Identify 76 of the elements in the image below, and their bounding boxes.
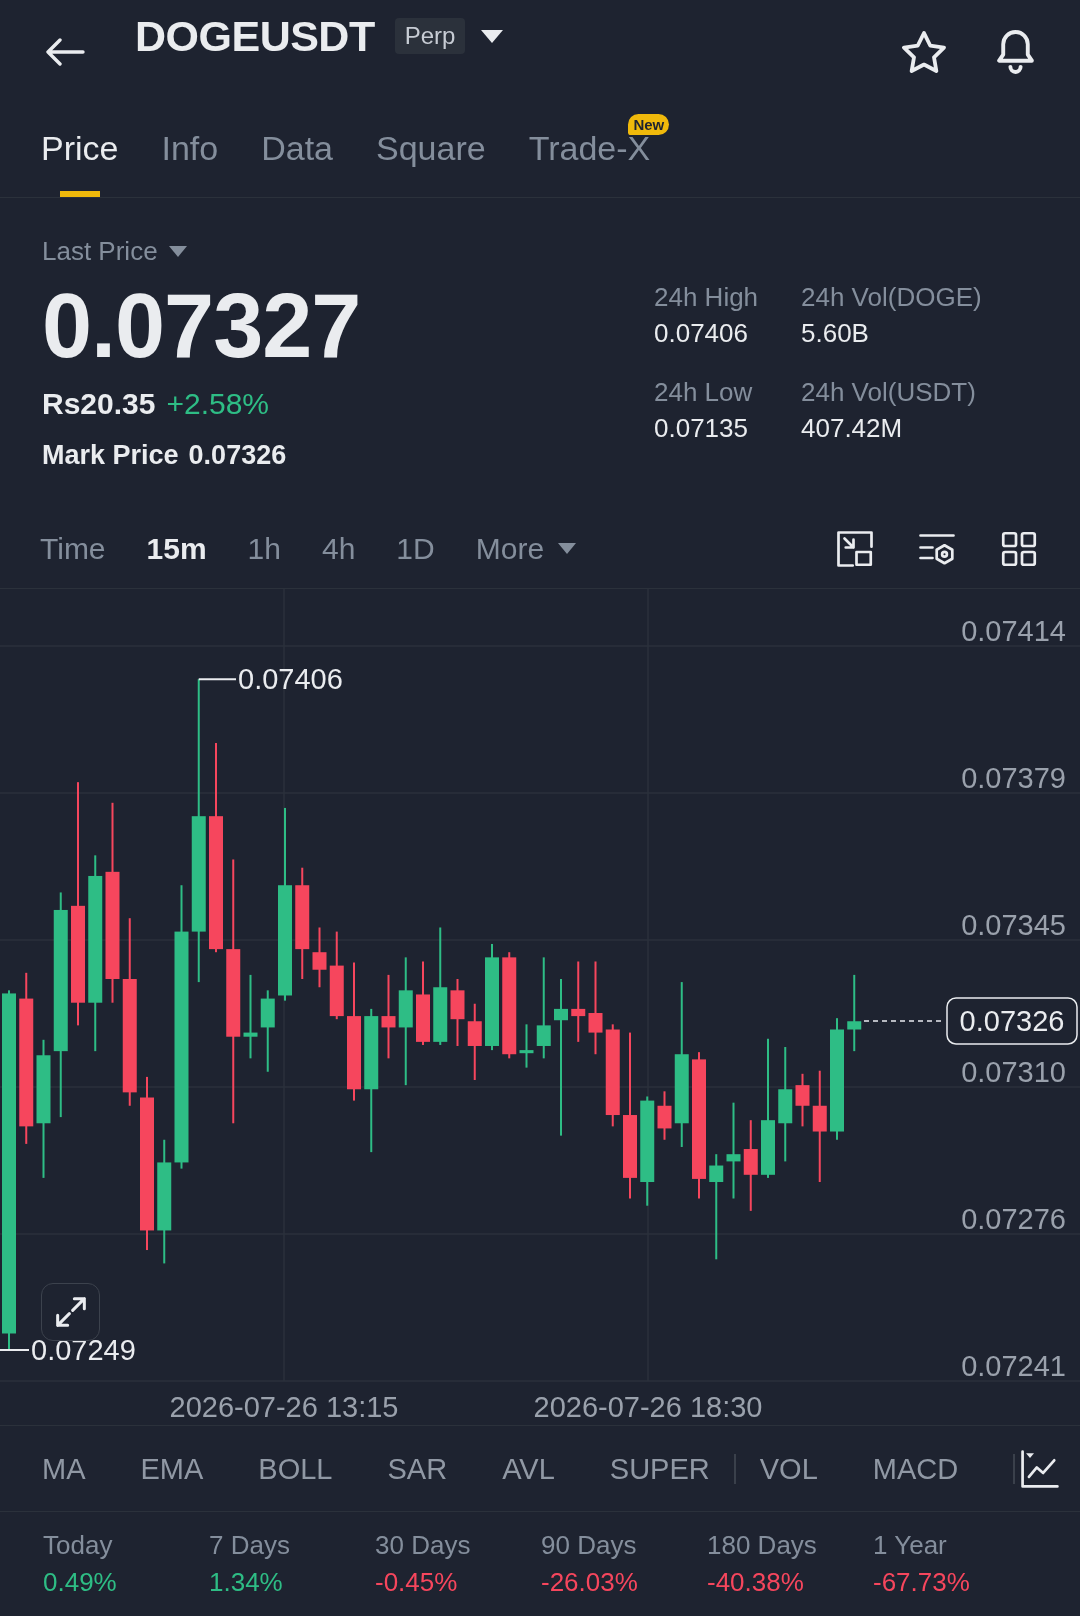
time-axis-label: 2026-07-26 18:30 <box>533 1391 763 1423</box>
page-tab[interactable]: Data <box>261 104 333 197</box>
price-scale-label: 0.07414 <box>961 615 1066 647</box>
back-button[interactable] <box>45 38 85 66</box>
period-label: 30 Days <box>375 1529 471 1561</box>
period-change: -40.38% <box>707 1566 804 1598</box>
indicator-toggle[interactable]: SAR <box>387 1451 448 1486</box>
new-badge: New <box>628 114 670 135</box>
leader-line <box>0 1349 30 1351</box>
price-scale-label: 0.07379 <box>961 762 1066 794</box>
mark-price-value: 0.07326 <box>188 440 287 470</box>
candlestick <box>795 1073 810 1127</box>
picture-in-picture-icon[interactable] <box>837 530 873 567</box>
price-change: +2.58% <box>166 387 270 421</box>
star-icon[interactable] <box>902 30 946 74</box>
page-tab[interactable]: Price <box>41 104 119 197</box>
period-change: -0.45% <box>375 1566 458 1598</box>
contract-badge: Perp <box>394 18 466 54</box>
period-label: 90 Days <box>541 1529 637 1561</box>
interval-tab[interactable]: 1D <box>396 530 435 567</box>
interval-tab[interactable]: 15m <box>146 530 207 567</box>
price-type-dropdown[interactable]: Last Price <box>42 236 187 266</box>
back-arrow-icon <box>45 38 85 66</box>
period-label: 180 Days <box>707 1529 817 1561</box>
stat-label: 24h High <box>654 282 760 312</box>
price-scale-label: 0.07310 <box>961 1056 1066 1088</box>
low-price-label: 0.07249 <box>31 1334 136 1366</box>
price-scale-label: 0.07345 <box>961 909 1066 941</box>
expand-icon <box>55 1297 86 1327</box>
indicator-toggle[interactable]: MA <box>42 1451 86 1486</box>
period-change: -26.03% <box>541 1566 638 1598</box>
interval-tab[interactable]: 1h <box>247 530 281 567</box>
stat-label: 24h Low <box>654 377 754 407</box>
page-tab[interactable]: Info <box>161 104 219 197</box>
stat-value: 5.60B <box>801 318 870 348</box>
period-label: 7 Days <box>209 1529 290 1561</box>
last-price-tag: 0.07326 <box>946 997 1078 1045</box>
period-change: -67.73% <box>873 1566 970 1598</box>
period-change: 0.49% <box>43 1566 117 1598</box>
mark-price-label: Mark Price <box>42 440 179 470</box>
caret-down-icon[interactable] <box>481 29 504 43</box>
line-chart-icon[interactable] <box>1021 1449 1059 1488</box>
indicator-toggle[interactable]: MACD <box>872 1451 959 1486</box>
grid-icon[interactable] <box>1001 530 1037 567</box>
stat-label: 24h Vol(USDT) <box>801 377 977 407</box>
price-scale-label: 0.07276 <box>961 1203 1066 1235</box>
expand-button[interactable] <box>41 1283 100 1341</box>
leader-line <box>197 678 237 681</box>
page-tab[interactable]: Square <box>376 104 486 197</box>
indicator-toggle[interactable]: EMA <box>140 1451 204 1486</box>
symbol-title: DOGEUSDT <box>135 12 375 60</box>
interval-tab[interactable]: Time <box>40 530 106 567</box>
high-price-label: 0.07406 <box>238 663 343 696</box>
caret-down-icon <box>168 245 187 257</box>
interval-tab[interactable]: 4h <box>322 530 356 567</box>
stat-value: 0.07135 <box>654 413 749 443</box>
last-price-value: 0.07327 <box>42 281 361 371</box>
stat-label: 24h Vol(DOGE) <box>801 282 982 312</box>
price-scale-label: 0.07241 <box>961 1350 1066 1382</box>
indicator-toggle[interactable]: SUPER <box>609 1451 710 1486</box>
fiat-price: Rs20.35 <box>42 387 156 421</box>
bell-icon[interactable] <box>997 30 1034 74</box>
stat-value: 407.42M <box>801 413 904 443</box>
period-label: 1 Year <box>873 1529 947 1561</box>
interval-dropdown[interactable]: More <box>475 530 577 567</box>
period-change: 1.34% <box>209 1566 283 1598</box>
indicator-toggle[interactable]: AVL <box>502 1451 555 1486</box>
candlestick <box>519 1024 534 1068</box>
candlestick <box>312 927 327 988</box>
stat-value: 0.07406 <box>654 318 749 348</box>
candlestick <box>450 979 465 1046</box>
time-axis-label: 2026-07-26 13:15 <box>169 1391 399 1423</box>
indicator-toggle[interactable]: BOLL <box>258 1451 333 1486</box>
period-label: Today <box>43 1529 113 1561</box>
candlestick <box>657 1091 672 1140</box>
indicator-toggle[interactable]: VOL <box>759 1451 818 1486</box>
